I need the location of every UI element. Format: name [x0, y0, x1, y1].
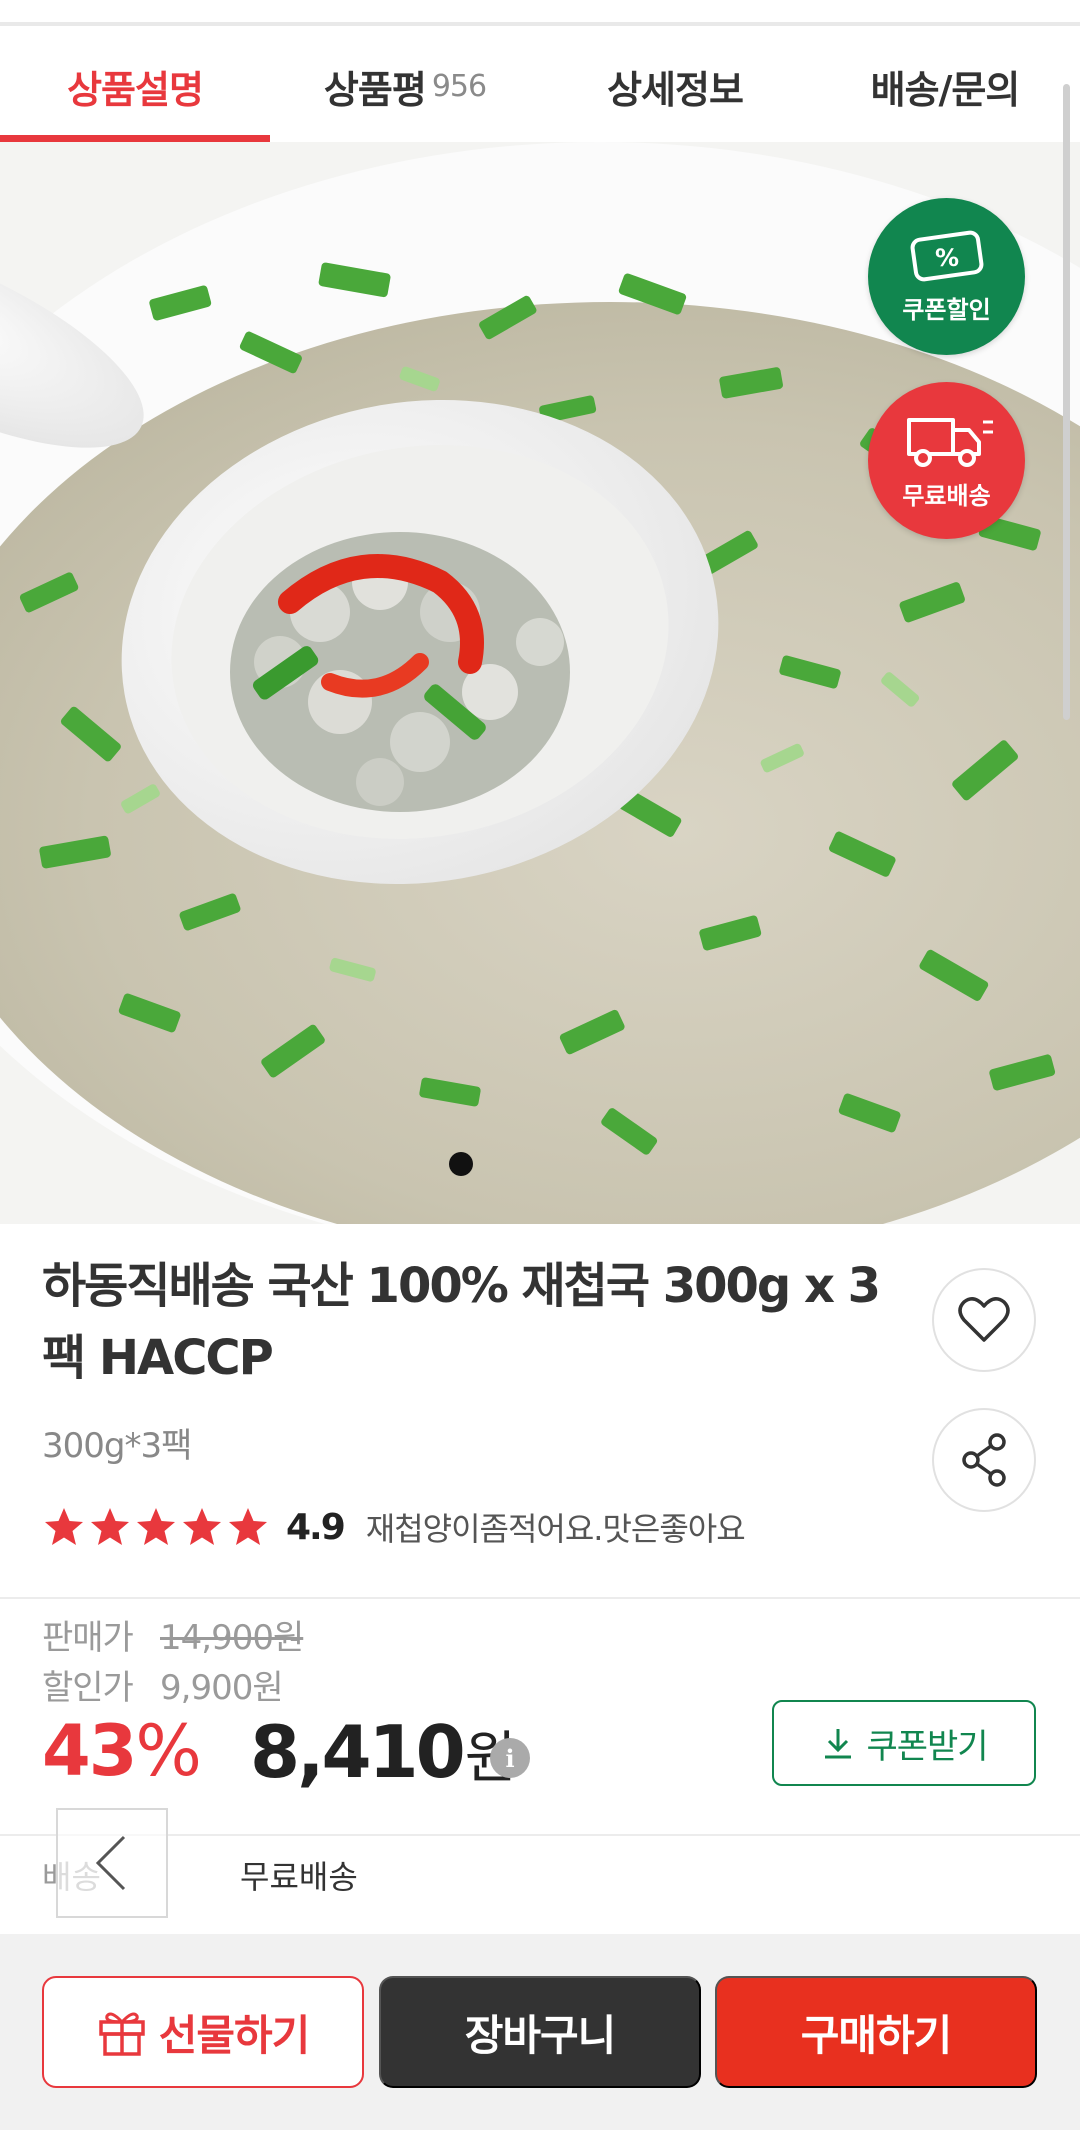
cart-button-label: 장바구니 — [464, 2011, 617, 2059]
back-button[interactable] — [56, 1808, 168, 1918]
tab-shipping-inquiry[interactable]: 배송/문의 — [810, 30, 1080, 142]
shipping-badge-label: 무료배송 — [902, 482, 991, 510]
discount-percent: 43% — [42, 1710, 202, 1792]
wishlist-button[interactable] — [932, 1268, 1036, 1372]
download-icon — [825, 1729, 852, 1759]
sale-price-label: 판매가 — [42, 1618, 134, 1658]
carousel-indicator-dot[interactable] — [449, 1152, 473, 1176]
final-price-value: 8,410 — [250, 1710, 466, 1794]
tab-details-label: 상세정보 — [607, 67, 744, 112]
product-title: 하동직배송 국산 100% 재첩국 300g x 3팩 HACCP — [42, 1258, 881, 1386]
tab-details[interactable]: 상세정보 — [540, 30, 810, 142]
share-button[interactable] — [932, 1408, 1036, 1512]
tab-description[interactable]: 상품설명 — [0, 30, 270, 142]
rating-summary[interactable]: 4.9 재첩양이좀적어요.맛은좋아요 — [42, 1502, 746, 1552]
star-rating — [42, 1506, 270, 1548]
buy-button-label: 구매하기 — [800, 2011, 953, 2059]
tab-reviews[interactable]: 상품평 956 — [270, 30, 540, 142]
coupon-percent-glyph: % — [934, 244, 958, 272]
product-option: 300g*3팩 — [42, 1426, 192, 1466]
original-price: 14,900원 — [160, 1618, 304, 1658]
discount-percent-value: 43 — [42, 1710, 137, 1792]
star-icon — [45, 1508, 83, 1545]
sale-price-row: 판매가 14,900원 — [42, 1610, 304, 1659]
heart-icon — [958, 1297, 1010, 1342]
star-icon — [229, 1508, 267, 1545]
tab-description-label: 상품설명 — [67, 67, 204, 112]
discount-price-row: 할인가 9,900원 — [42, 1660, 284, 1709]
share-icon — [962, 1433, 1006, 1487]
scrollbar[interactable] — [1063, 84, 1070, 720]
gift-button[interactable]: 선물하기 — [42, 1976, 364, 2088]
add-to-cart-button[interactable]: 장바구니 — [379, 1976, 701, 2088]
review-snippet: 재첩양이좀적어요.맛은좋아요 — [365, 1510, 746, 1548]
price-info-icon[interactable]: i — [490, 1738, 530, 1778]
gift-button-label: 선물하기 — [158, 2011, 311, 2059]
review-count: 956 — [431, 68, 487, 104]
coupon-badge-label: 쿠폰할인 — [902, 296, 991, 324]
product-image-carousel[interactable]: % 쿠폰할인 무료배송 — [0, 142, 1080, 1224]
status-area — [0, 0, 1080, 26]
star-icon — [137, 1508, 175, 1545]
rating-score: 4.9 — [286, 1506, 346, 1548]
discount-price: 9,900원 — [160, 1668, 284, 1708]
shipping-value: 무료배송 — [240, 1858, 358, 1896]
download-coupon-button[interactable]: 쿠폰받기 — [772, 1700, 1036, 1786]
purchase-action-bar: 선물하기 장바구니 구매하기 — [0, 1934, 1080, 2130]
percent-sign: % — [135, 1710, 202, 1792]
discount-price-label: 할인가 — [42, 1668, 134, 1708]
gift-icon — [98, 2012, 145, 2056]
star-icon — [91, 1508, 129, 1545]
star-icon — [183, 1508, 221, 1545]
coupon-button-label: 쿠폰받기 — [866, 1727, 988, 1766]
final-price: 8,410원 — [250, 1710, 516, 1794]
divider — [0, 1597, 1080, 1599]
coupon-discount-badge[interactable]: % 쿠폰할인 — [868, 198, 1025, 355]
chevron-left-icon — [95, 1835, 126, 1891]
product-tabs: 상품설명 상품평 956 상세정보 배송/문의 — [0, 30, 1080, 142]
tab-shipping-label: 배송/문의 — [870, 67, 1021, 112]
delivery-truck-icon — [906, 418, 993, 467]
tab-reviews-label: 상품평 — [323, 67, 427, 112]
free-shipping-badge[interactable]: 무료배송 — [868, 382, 1025, 539]
coupon-ticket-icon: % — [910, 230, 983, 282]
buy-now-button[interactable]: 구매하기 — [715, 1976, 1037, 2088]
